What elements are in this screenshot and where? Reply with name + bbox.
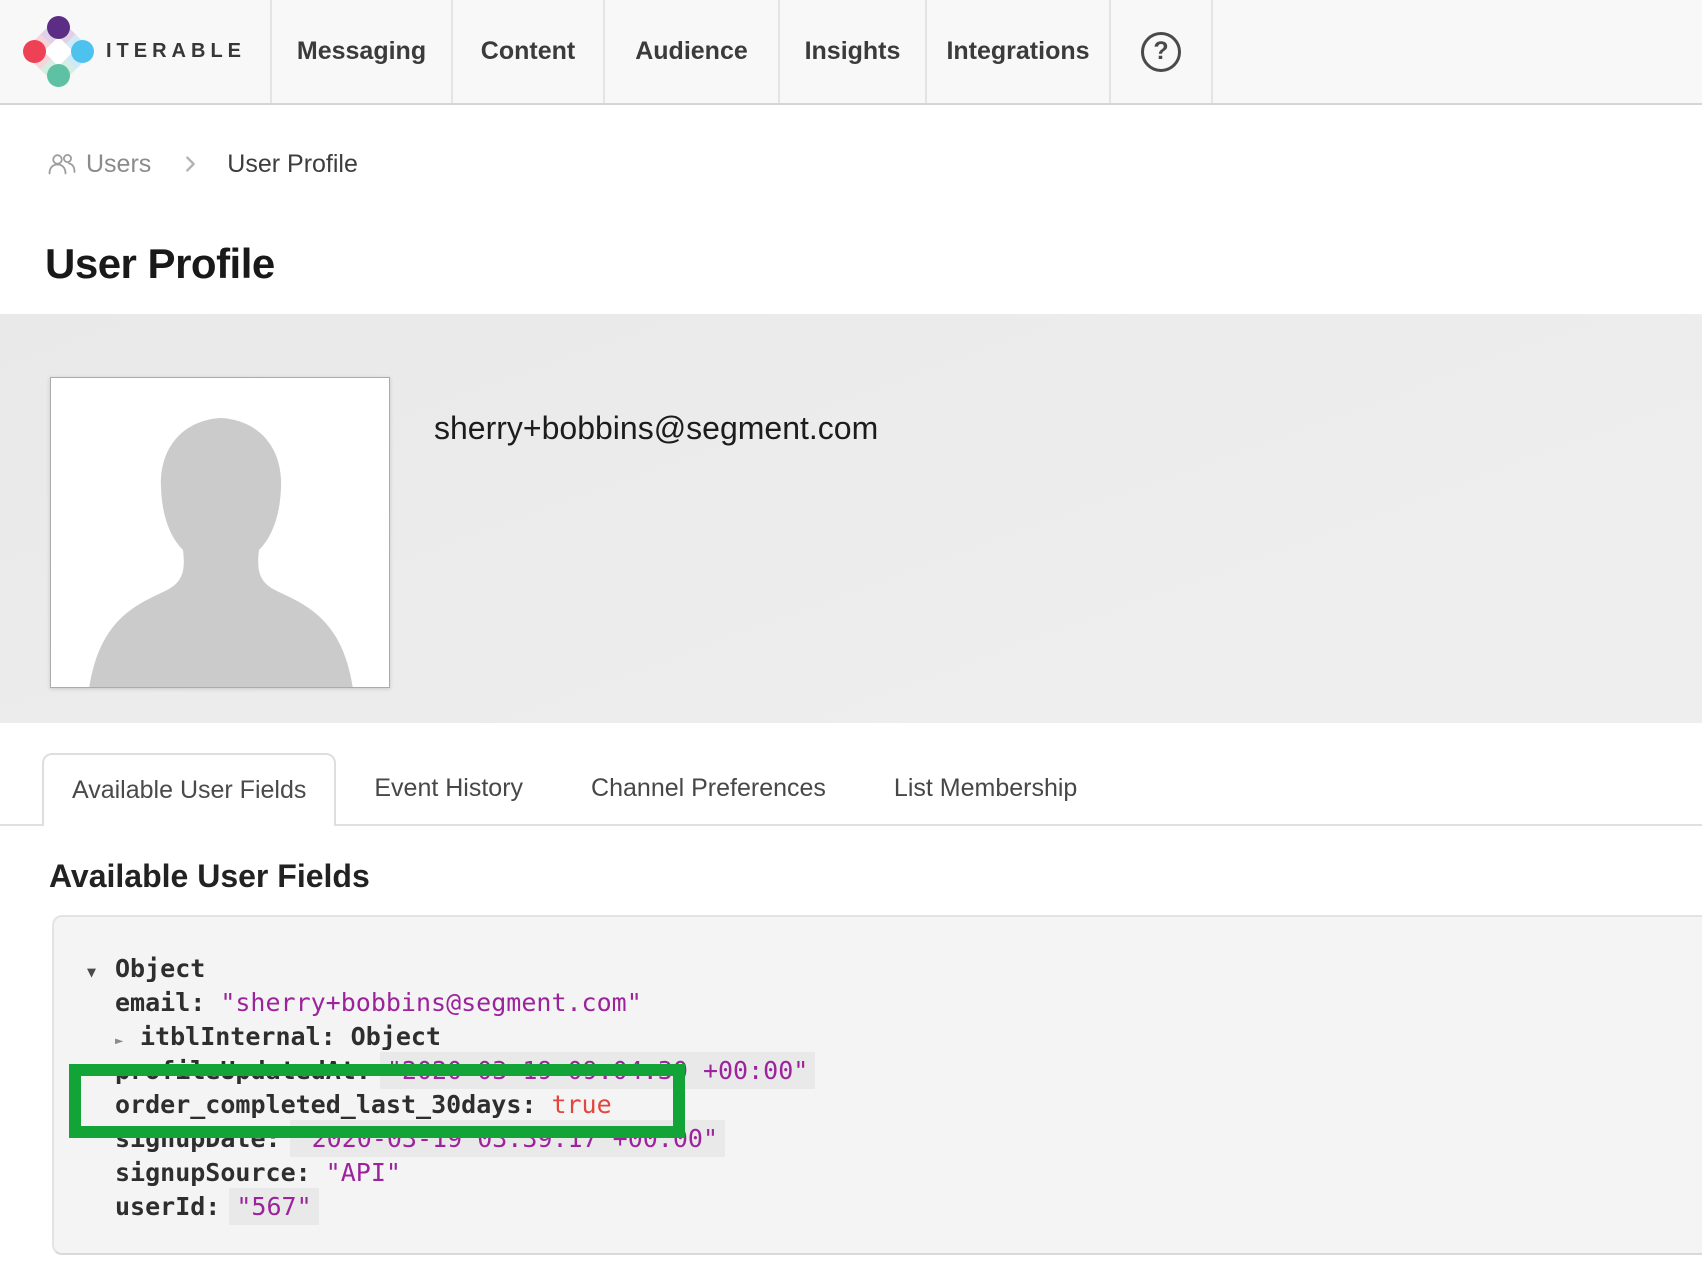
caret-down-icon[interactable]: ▼ [87,955,115,989]
brand-wordmark: ITERABLE [106,40,246,63]
help-button[interactable]: ? [1111,0,1213,103]
breadcrumb: Users User Profile [47,141,358,187]
logo-dot-red [23,40,46,63]
iterable-logo-icon [20,14,96,90]
profile-email: sherry+bobbins@segment.com [434,410,878,447]
nav-item-content[interactable]: Content [453,0,605,103]
json-row-signupdate: signupDate:"2020-03-19 03:39:17 +00:00" [87,1122,1682,1156]
help-icon: ? [1141,32,1181,72]
nav-item-insights[interactable]: Insights [780,0,927,103]
tab-channel-preferences[interactable]: Channel Preferences [561,753,856,824]
avatar [50,377,390,688]
json-value-userid: "567" [229,1188,318,1225]
tab-available-user-fields[interactable]: Available User Fields [42,753,336,826]
breadcrumb-current-label: User Profile [227,150,358,179]
profile-tabs: Available User Fields Event History Chan… [0,753,1702,826]
json-value-order-completed: true [551,1090,611,1119]
nav-item-audience[interactable]: Audience [605,0,780,103]
json-value-email: "sherry+bobbins@segment.com" [220,988,641,1017]
json-root-label: Object [115,954,205,983]
json-tree: ▼Object email:"sherry+bobbins@segment.co… [87,952,1682,1224]
logo-dot-purple [47,16,70,39]
caret-right-icon[interactable]: ► [115,1024,140,1058]
json-value-profileupdatedat: "2020-03-19 09:04:30 +00:00" [380,1052,815,1089]
top-navbar: ITERABLE Messaging Content Audience Insi… [0,0,1702,105]
json-object-label: Object [351,1022,441,1051]
user-fields-json-viewer: ▼Object email:"sherry+bobbins@segment.co… [52,915,1702,1255]
json-value-signupsource: "API" [326,1158,401,1187]
tab-list-membership[interactable]: List Membership [864,753,1107,824]
chevron-right-icon [179,153,201,175]
nav-item-integrations[interactable]: Integrations [927,0,1111,103]
json-row-itblinternal: ►itblInternal:Object [87,1020,1682,1054]
section-heading: Available User Fields [49,858,370,895]
tab-event-history[interactable]: Event History [344,753,553,824]
profile-header-band: sherry+bobbins@segment.com [0,314,1702,723]
logo-dot-teal [47,64,70,87]
json-row-userid: userId:"567" [87,1190,1682,1224]
page-title: User Profile [45,240,275,288]
avatar-silhouette-icon [51,378,390,688]
json-row-email: email:"sherry+bobbins@segment.com" [87,986,1682,1020]
breadcrumb-users-link[interactable]: Users [47,150,151,179]
breadcrumb-parent-label: Users [86,150,151,179]
json-row-profileupdatedat: profileUpdatedAt:"2020-03-19 09:04:30 +0… [87,1054,1682,1088]
json-row-root: ▼Object [87,952,1682,986]
logo-dot-blue [71,40,94,63]
brand-logo[interactable]: ITERABLE [0,0,272,103]
users-icon [47,152,77,176]
nav-item-messaging[interactable]: Messaging [272,0,453,103]
json-row-order-completed: order_completed_last_30days:true [87,1088,1682,1122]
json-row-signupsource: signupSource:"API" [87,1156,1682,1190]
json-value-signupdate: "2020-03-19 03:39:17 +00:00" [290,1120,725,1157]
